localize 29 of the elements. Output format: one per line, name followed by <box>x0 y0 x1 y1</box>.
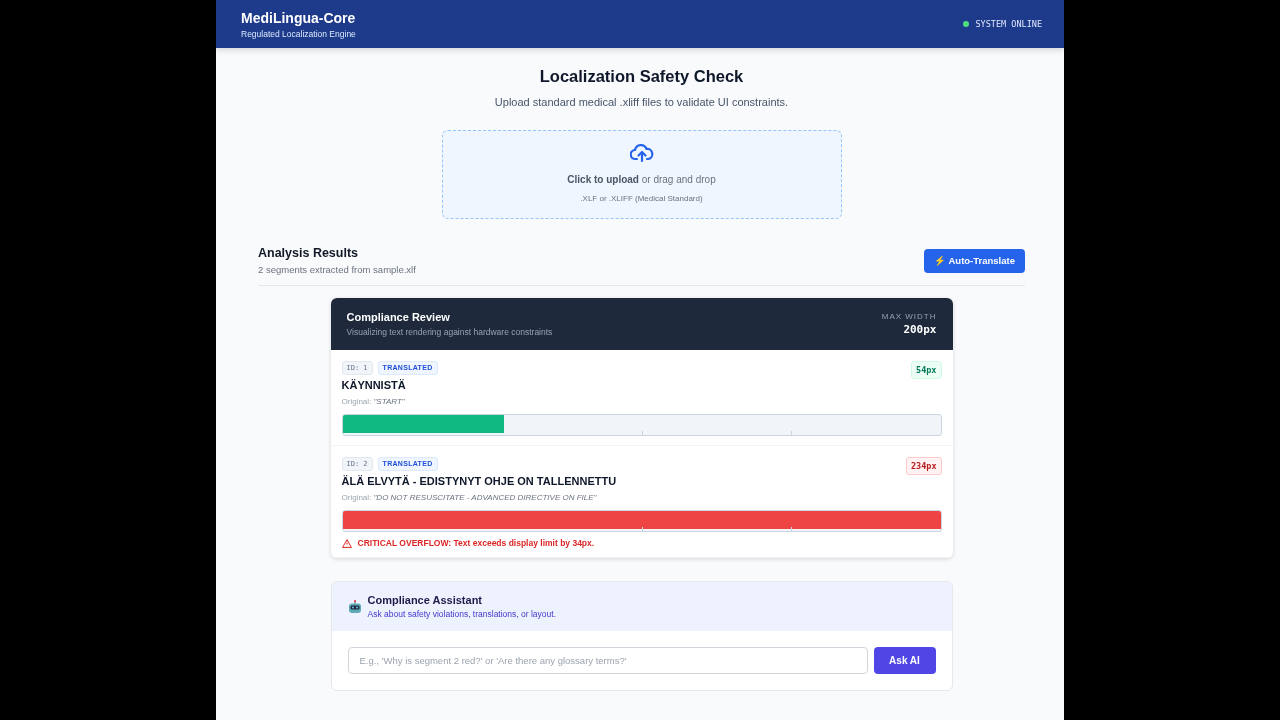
status-text: SYSTEM ONLINE <box>975 19 1042 29</box>
segment-text: KÄYNNISTÄ <box>341 379 407 391</box>
limit-label: MAX WIDTH <box>881 312 937 321</box>
page-title: Localization Safety Check <box>539 67 744 86</box>
segment-original: Original: "DO NOT RESUSCITATE - ADVANCED DIRECTIVE ON FILE" <box>341 493 598 502</box>
assistant-subtitle: Ask about safety violations, translations, or layout. <box>367 609 556 619</box>
assistant-title: Compliance Assistant <box>367 594 483 606</box>
segment-original: Original: "START" <box>341 397 406 406</box>
results-summary: 2 segments extracted from sample.xlf <box>258 264 416 275</box>
upload-formats: .XLF or .XLIFF (Medical Standard) <box>580 194 703 203</box>
brand-title: MediLingua-Core <box>241 9 356 26</box>
review-subtitle: Visualizing text rendering against hardware constraints <box>346 327 553 337</box>
warning-icon <box>341 538 352 548</box>
question-field[interactable]: E.g., 'Why is segment 2 red?' or 'Are there any glossary terms?' <box>347 647 868 674</box>
review-title: Compliance Review <box>346 311 451 323</box>
width-badge: 54px <box>911 361 942 379</box>
upload-prompt: Click to upload or drag and drop <box>567 174 716 185</box>
auto-translate-button[interactable]: ⚡ Auto-Translate <box>924 248 1025 273</box>
segment-text: ÄLÄ ELVYTÄ - EDISTYNYT OHJE ON TALLENNETTU <box>341 475 618 487</box>
results-title: Analysis Results <box>258 246 360 260</box>
robot-icon <box>347 599 362 614</box>
upload-dropzone[interactable]: Click to upload or drag and drop .XLF or .XLIFF (Medical Standard) <box>441 130 842 219</box>
cloud-upload-icon <box>629 143 654 163</box>
page-subtitle: Upload standard medical .xliff files to validate UI constraints. <box>494 96 789 108</box>
width-badge: 234px <box>905 457 942 475</box>
overflow-warning: CRITICAL OVERFLOW: Text exceeds display limit by 34px. <box>357 538 595 548</box>
ask-ai-button[interactable]: Ask AI <box>873 647 936 674</box>
brand-tagline: Regulated Localization Engine <box>241 28 356 39</box>
limit-value: 200px <box>902 323 937 336</box>
